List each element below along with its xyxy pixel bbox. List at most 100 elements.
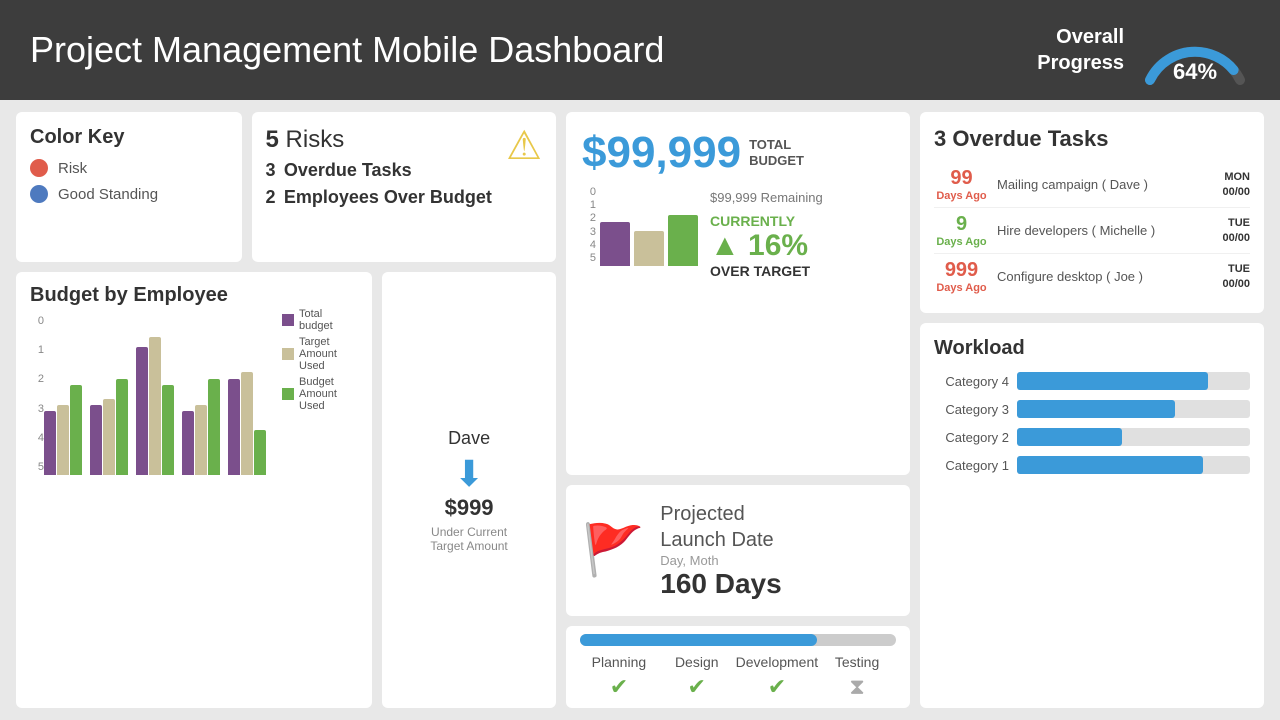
- phase-planning-icon: ✔: [580, 674, 658, 700]
- bar-total-3: [136, 347, 148, 475]
- progress-fill: [580, 634, 817, 646]
- budget-top: $99,999 TOTALBUDGET: [582, 128, 894, 178]
- budget-row: Budget by Employee 5 4 3 2 1 0: [16, 272, 556, 708]
- overdue-days-3: 999 Days Ago: [934, 259, 989, 294]
- workload-fill-2: [1017, 428, 1122, 446]
- mini-y-axis: 5 4 3 2 1 0: [582, 186, 596, 266]
- workload-track-4: [1017, 372, 1250, 390]
- legend-row-total: Total budget: [282, 308, 358, 332]
- currently-label: CURRENTLY: [710, 213, 823, 229]
- total-budget-label: TOTALBUDGET: [749, 137, 804, 168]
- workload-fill-4: [1017, 372, 1208, 390]
- workload-label-2: Category 2: [934, 430, 1009, 445]
- good-standing-dot: [30, 185, 48, 203]
- workload-row-1: Category 1: [934, 456, 1250, 474]
- color-key-card: Color Key Risk Good Standing: [16, 112, 242, 262]
- phase-dev-icon: ✔: [736, 674, 819, 700]
- legend-sq-target: [282, 348, 294, 360]
- y-axis: 5 4 3 2 1 0: [30, 315, 44, 475]
- risk-label: Risk: [58, 160, 87, 177]
- overdue-date-2: TUE 00/00: [1222, 216, 1250, 245]
- phase-labels: Planning ✔ Design ✔ Development ✔ Testin…: [580, 654, 896, 700]
- launch-days: 160 Days: [660, 568, 781, 600]
- main-grid: Color Key Risk Good Standing 5 Risks: [0, 100, 1280, 720]
- legend-label-total: Total budget: [299, 308, 358, 332]
- phase-testing-label: Testing: [818, 654, 896, 670]
- bar-target-4: [195, 405, 207, 475]
- mini-bar-3: [668, 215, 698, 266]
- phase-dev-label: Development: [736, 654, 819, 670]
- bar-target-2: [103, 399, 115, 475]
- overdue-count: 3: [934, 126, 946, 151]
- remaining-text: $99,999 Remaining: [710, 190, 823, 205]
- risks-count: 5: [266, 126, 279, 153]
- right-column: 3 Overdue Tasks 99 Days Ago Mailing camp…: [920, 112, 1264, 708]
- overdue-task-3: Configure desktop ( Joe ): [997, 269, 1214, 284]
- bar-target-1: [57, 405, 69, 475]
- bar-used-5: [254, 430, 266, 475]
- workload-label-4: Category 4: [934, 374, 1009, 389]
- workload-track-2: [1017, 428, 1250, 446]
- overdue-date-3: TUE 00/00: [1222, 262, 1250, 291]
- top-row: Color Key Risk Good Standing 5 Risks: [16, 112, 556, 262]
- phase-testing: Testing ⧗: [818, 654, 896, 700]
- workload-row-3: Category 3: [934, 400, 1250, 418]
- legend-row-target: Target Amount Used: [282, 336, 358, 372]
- dave-amount: $999: [445, 495, 494, 521]
- progress-label: OverallProgress: [1037, 24, 1124, 76]
- workload-track-3: [1017, 400, 1250, 418]
- good-standing-label: Good Standing: [58, 186, 158, 203]
- budget-stats: $99,999 Remaining CURRENTLY ▲ 16% OVER T…: [710, 186, 823, 279]
- header: Project Management Mobile Dashboard Over…: [0, 0, 1280, 100]
- mini-bar-chart: [600, 186, 698, 266]
- launch-card: 🚩 ProjectedLaunch Date Day, Moth 160 Day…: [566, 485, 910, 616]
- workload-fill-3: [1017, 400, 1175, 418]
- overdue-row-2: 9 Days Ago Hire developers ( Michelle ) …: [934, 208, 1250, 254]
- left-column: Color Key Risk Good Standing 5 Risks: [16, 112, 556, 708]
- risks-card: 5 Risks 3 Overdue Tasks 2 Employees Over…: [252, 112, 557, 262]
- bar-total-2: [90, 405, 102, 475]
- overdue-row-3: 999 Days Ago Configure desktop ( Joe ) T…: [934, 254, 1250, 299]
- budget-chart-bars: [44, 315, 266, 475]
- budget-title: Budget by Employee: [30, 284, 266, 307]
- phase-development: Development ✔: [736, 654, 819, 700]
- budget-overview-card: $99,999 TOTALBUDGET 5 4 3 2 1 0: [566, 112, 910, 475]
- phase-design-icon: ✔: [658, 674, 736, 700]
- legend-sq-total: [282, 314, 294, 326]
- budget-by-employee-card: Budget by Employee 5 4 3 2 1 0: [16, 272, 372, 708]
- bar-used-1: [70, 385, 82, 475]
- bar-total-5: [228, 379, 240, 475]
- phases-card: Planning ✔ Design ✔ Development ✔ Testin…: [566, 626, 910, 708]
- bar-group-2: [90, 379, 128, 475]
- bar-target-3: [149, 337, 161, 475]
- bar-group-5: [228, 372, 266, 475]
- bar-group-3: [136, 337, 174, 475]
- warning-icon: ⚠: [506, 126, 542, 166]
- risks-header: 5 Risks 3 Overdue Tasks 2 Employees Over…: [266, 126, 543, 208]
- overdue-count: 3: [266, 160, 276, 180]
- launch-sub: Day, Moth: [660, 553, 781, 568]
- overdue-days-2: 9 Days Ago: [934, 213, 989, 248]
- phase-planning: Planning ✔: [580, 654, 658, 700]
- legend-row-used: Budget Amount Used: [282, 376, 358, 412]
- workload-label-3: Category 3: [934, 402, 1009, 417]
- over-budget-item: 2 Employees Over Budget: [266, 187, 492, 208]
- phase-planning-label: Planning: [580, 654, 658, 670]
- color-key-title: Color Key: [30, 126, 228, 149]
- workload-card: Workload Category 4 Category 3 Category …: [920, 323, 1264, 708]
- over-budget-count: 2: [266, 187, 276, 207]
- gauge-text: 64%: [1173, 59, 1217, 85]
- dave-name: Dave: [448, 428, 490, 449]
- bar-used-3: [162, 385, 174, 475]
- bar-target-5: [241, 372, 253, 475]
- overdue-task-2: Hire developers ( Michelle ): [997, 223, 1214, 238]
- phase-testing-icon: ⧗: [818, 674, 896, 700]
- workload-row-4: Category 4: [934, 372, 1250, 390]
- overdue-tasks-item: 3 Overdue Tasks: [266, 160, 492, 181]
- over-target-label: OVER TARGET: [710, 263, 823, 279]
- legend-label-target: Target Amount Used: [299, 336, 358, 372]
- dave-label: Under CurrentTarget Amount: [430, 525, 507, 553]
- overdue-card: 3 Overdue Tasks 99 Days Ago Mailing camp…: [920, 112, 1264, 313]
- bar-group-4: [182, 379, 220, 475]
- overall-progress: OverallProgress 64%: [1037, 15, 1250, 85]
